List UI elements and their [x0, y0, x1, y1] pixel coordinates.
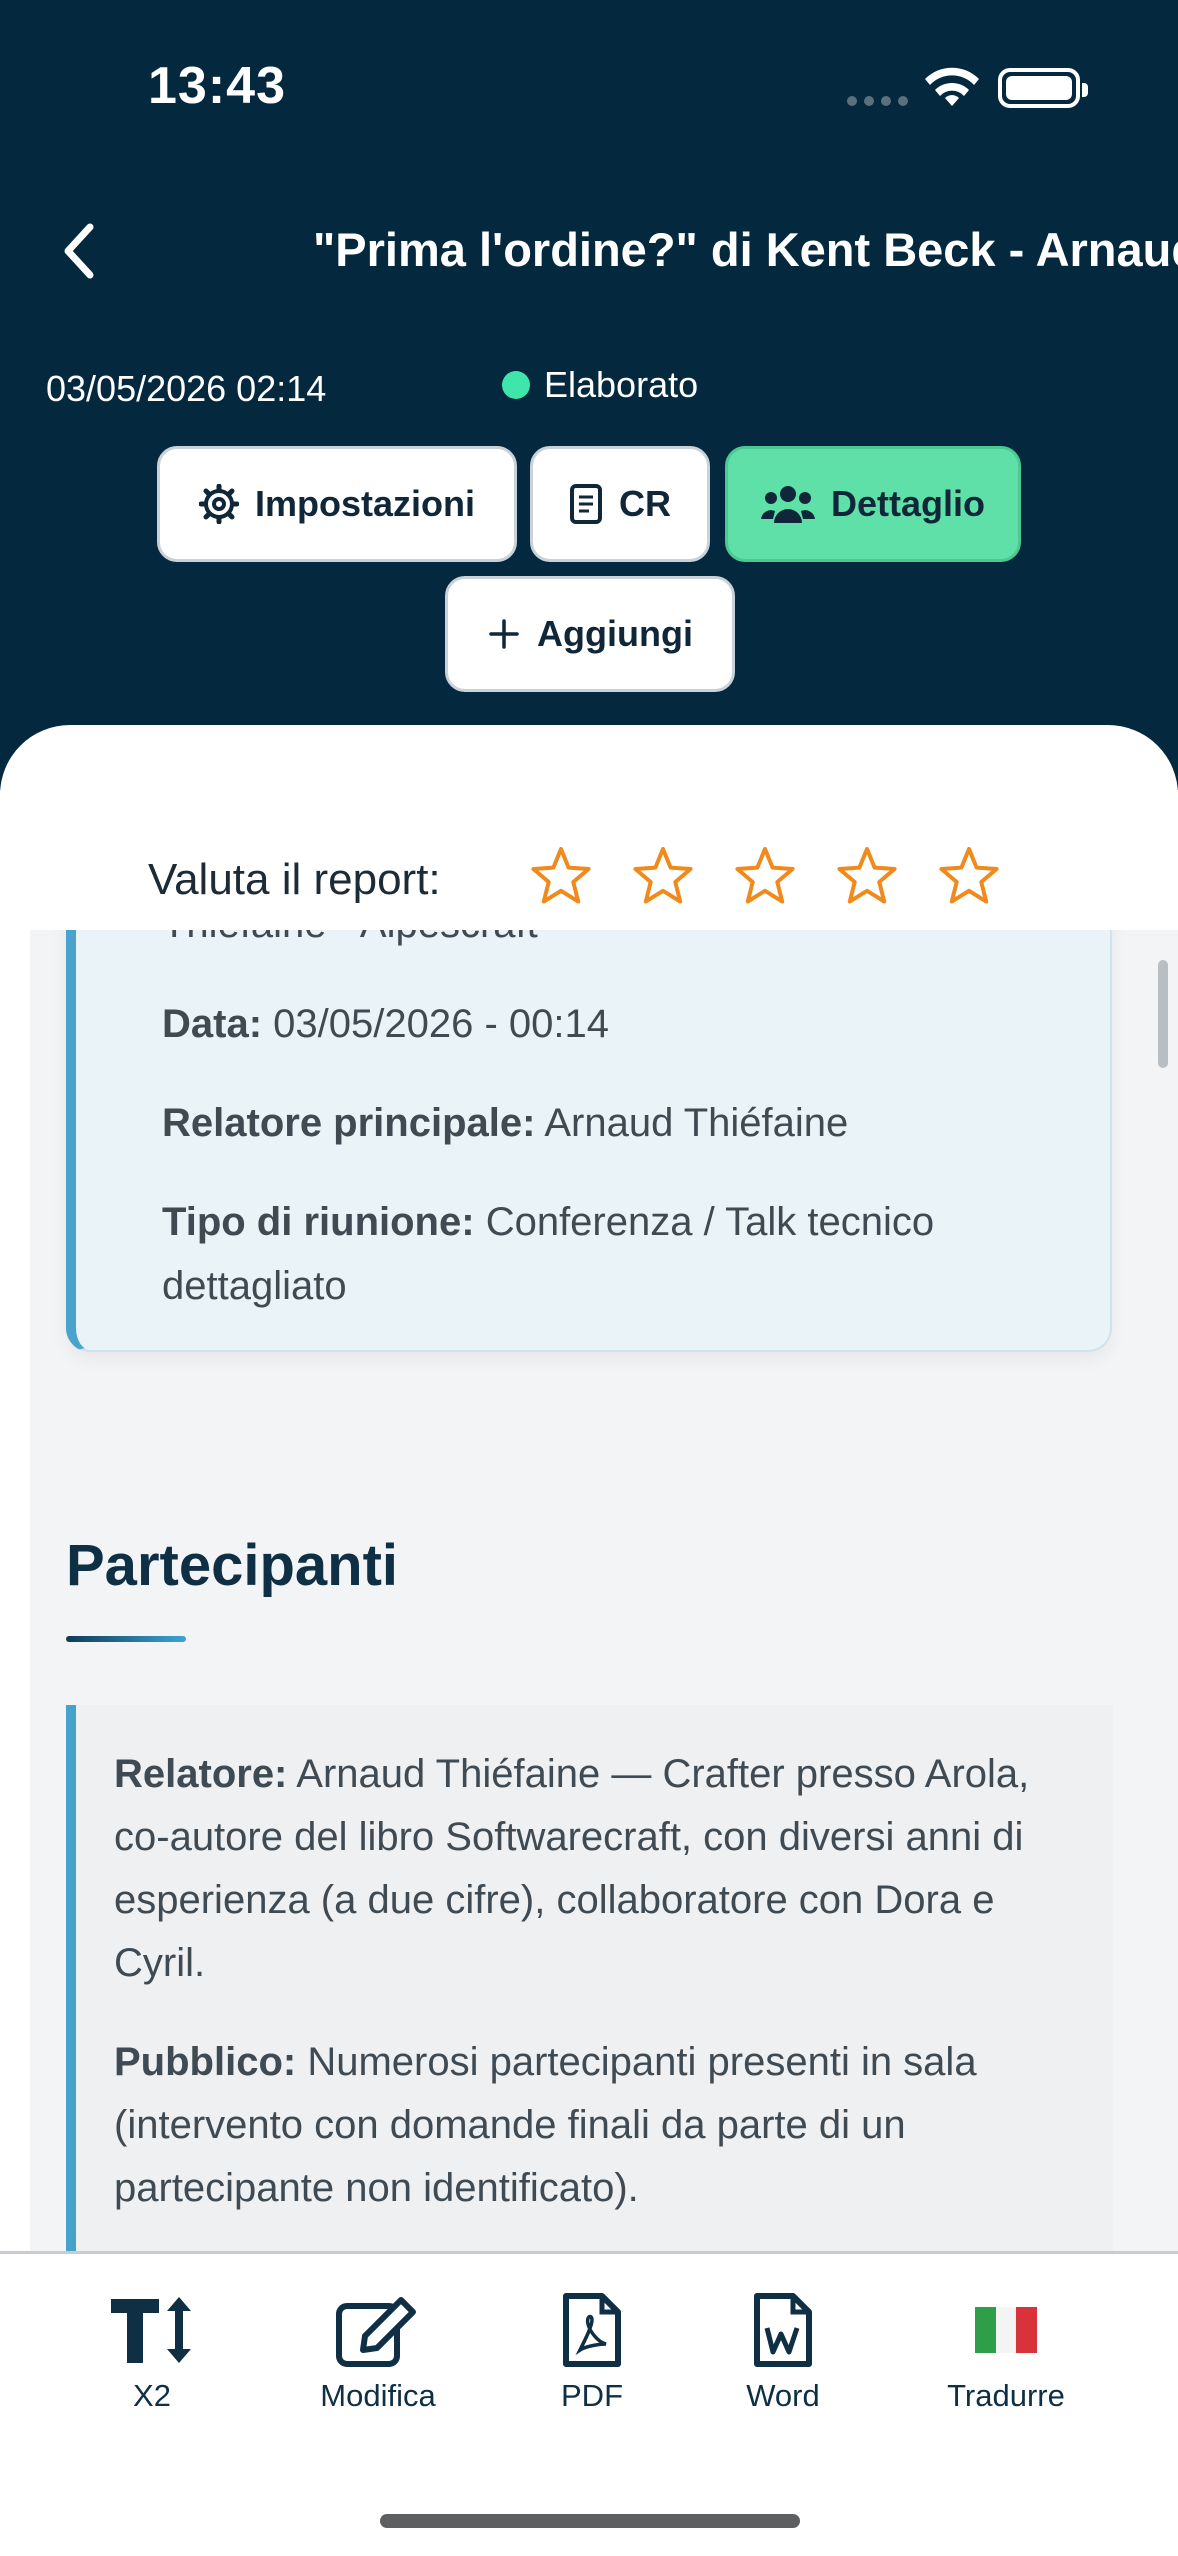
- status-bar: 13:43: [0, 0, 1178, 170]
- participants-audience: Pubblico: Numerosi partecipanti presenti…: [114, 2031, 1124, 2220]
- pdf-label: PDF: [561, 2378, 623, 2413]
- participants-block: Relatore: Arnaud Thiéfaine — Crafter pre…: [66, 1705, 1113, 2251]
- star-3-icon[interactable]: [734, 845, 796, 907]
- plus-icon: [489, 619, 519, 649]
- chevron-left-icon: [64, 223, 94, 279]
- detail-button-label: Dettaglio: [830, 483, 985, 524]
- cellular-signal-icon: [847, 96, 908, 106]
- gear-icon: [198, 484, 239, 524]
- audience-label: Pubblico:: [114, 2040, 297, 2084]
- info-date-label: Data:: [162, 1002, 263, 1046]
- word-label: Word: [746, 2378, 820, 2413]
- font-size-button[interactable]: X2: [62, 2290, 242, 2414]
- edit-icon: [336, 2297, 416, 2367]
- status-time: 13:43: [148, 57, 286, 115]
- settings-button[interactable]: Impostazioni: [157, 446, 517, 562]
- document-icon: [570, 484, 602, 524]
- back-button[interactable]: [48, 218, 108, 284]
- report-date: 03/05/2026 02:14: [46, 368, 327, 409]
- cr-button[interactable]: CR: [530, 446, 710, 562]
- wifi-icon: [925, 67, 979, 106]
- italy-flag-icon: [975, 2307, 1037, 2353]
- rating-label: Valuta il report:: [148, 855, 441, 904]
- info-meeting-type-label: Tipo di riunione:: [162, 1200, 475, 1244]
- home-indicator[interactable]: [380, 2514, 800, 2528]
- audience-line-3: partecipante non identificato).: [114, 2166, 639, 2210]
- star-4-icon[interactable]: [836, 845, 898, 907]
- info-title-fragment: Thiéfaine - Alpescraft: [162, 930, 538, 956]
- speaker-line-2: co-autore del libro Softwarecraft, con d…: [114, 1815, 1024, 1859]
- participants-title: Partecipanti: [66, 1533, 398, 1598]
- word-file-icon: [754, 2293, 812, 2367]
- battery-icon: [998, 68, 1088, 108]
- edit-button[interactable]: Modifica: [288, 2290, 468, 2414]
- info-speaker: Relatore principale: Arnaud Thiéfaine: [162, 1091, 848, 1155]
- bottom-toolbar: X2 Modifica PDF Word Tradurre: [0, 2251, 1178, 2556]
- info-meeting-type: Tipo di riunione: Conferenza / Talk tecn…: [162, 1190, 934, 1254]
- participants-speaker: Relatore: Arnaud Thiéfaine — Crafter pre…: [114, 1743, 1124, 1995]
- status-badge: Elaborato: [502, 364, 698, 406]
- pdf-button[interactable]: PDF: [502, 2290, 682, 2414]
- star-5-icon[interactable]: [938, 845, 1000, 907]
- speaker-line-1: Arnaud Thiéfaine — Crafter presso Arola,: [296, 1752, 1030, 1796]
- info-meeting-type-value: Conferenza / Talk tecnico: [485, 1200, 935, 1244]
- info-date-value: 03/05/2026 - 00:14: [273, 1002, 609, 1046]
- scrollbar[interactable]: [1158, 960, 1168, 1068]
- header: 13:43 "Prima l'ordine?" di Kent Beck - A…: [0, 0, 1178, 790]
- users-icon: [760, 486, 815, 523]
- page-title: "Prima l'ordine?" di Kent Beck - Arnaud …: [313, 223, 1178, 276]
- speaker-line-4: Cyril.: [114, 1941, 206, 1985]
- font-size-label: X2: [133, 2378, 171, 2413]
- text-size-icon: [111, 2297, 191, 2363]
- star-1-icon[interactable]: [530, 845, 592, 907]
- detail-button[interactable]: Dettaglio: [725, 446, 1021, 562]
- status-dot: [502, 371, 530, 399]
- audience-line-1: Numerosi partecipanti presenti in sala: [307, 2040, 977, 2084]
- audience-line-2: (intervento con domande finali da parte …: [114, 2103, 906, 2147]
- speaker-line-3: esperienza (a due cifre), collaboratore …: [114, 1878, 995, 1922]
- settings-button-label: Impostazioni: [254, 483, 475, 524]
- cr-button-label: CR: [619, 483, 671, 524]
- meeting-info-card: Thiéfaine - Alpescraft Data: 03/05/2026 …: [66, 930, 1112, 1352]
- star-2-icon[interactable]: [632, 845, 694, 907]
- info-speaker-value: Arnaud Thiéfaine: [544, 1101, 849, 1145]
- word-button[interactable]: Word: [693, 2290, 873, 2414]
- pdf-file-icon: [563, 2293, 621, 2367]
- info-date: Data: 03/05/2026 - 00:14: [162, 992, 609, 1056]
- edit-label: Modifica: [320, 2378, 436, 2413]
- translate-label: Tradurre: [947, 2378, 1065, 2413]
- rating-row: Valuta il report:: [0, 725, 1178, 930]
- add-button[interactable]: Aggiungi: [445, 576, 735, 692]
- add-button-label: Aggiungi: [537, 613, 693, 654]
- status-text: Elaborato: [544, 364, 699, 405]
- info-meeting-type-cont: dettagliato: [162, 1264, 347, 1308]
- rating-stars: [530, 845, 1000, 907]
- speaker-label: Relatore:: [114, 1752, 288, 1796]
- info-speaker-label: Relatore principale:: [162, 1101, 536, 1145]
- translate-button[interactable]: Tradurre: [916, 2290, 1096, 2414]
- section-underline: [66, 1636, 186, 1642]
